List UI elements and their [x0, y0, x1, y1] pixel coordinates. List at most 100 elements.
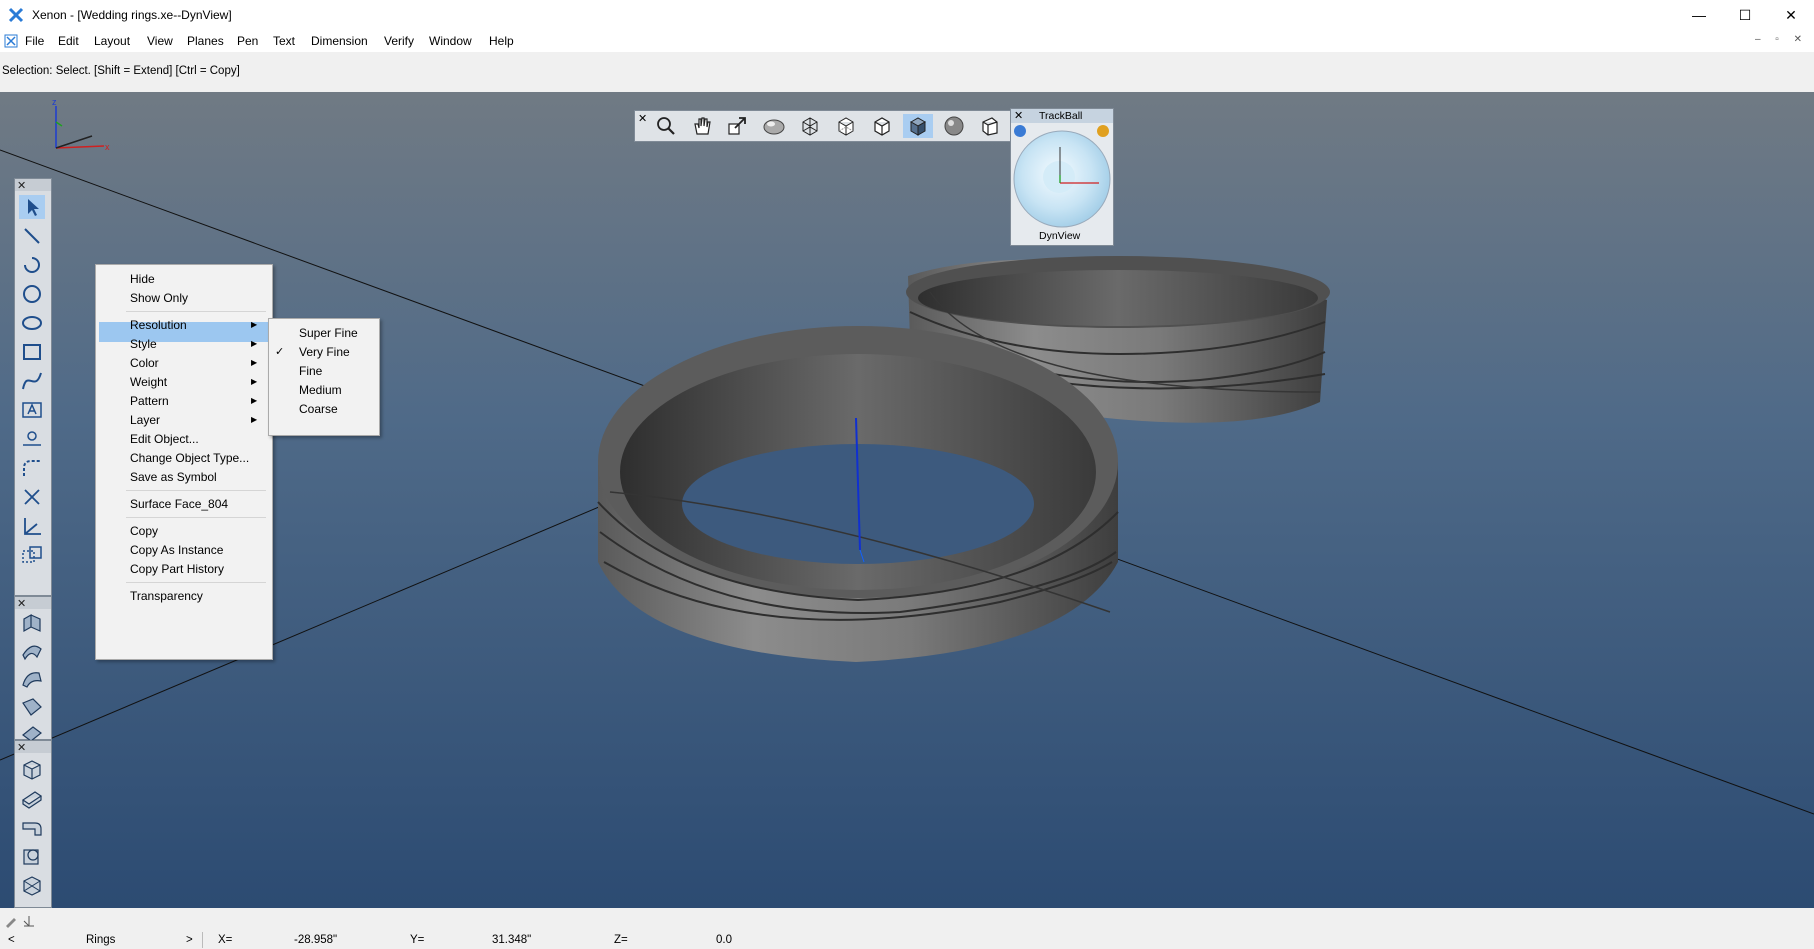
- ctx-edit-object[interactable]: Edit Object...: [130, 432, 199, 446]
- circle-icon[interactable]: [19, 282, 45, 306]
- left-arrow-icon[interactable]: <: [8, 934, 15, 946]
- zoom-extents-icon[interactable]: [723, 114, 753, 138]
- dimension-icon[interactable]: [19, 427, 45, 451]
- drawing-toolbar-close[interactable]: ✕: [17, 179, 26, 192]
- ctx-surface-face[interactable]: Surface Face_804: [130, 497, 228, 511]
- bend-solid-icon[interactable]: [19, 815, 45, 839]
- surfaces-toolbar-close[interactable]: ✕: [17, 597, 26, 610]
- layer-next-arrow[interactable]: >: [186, 934, 193, 946]
- trackball-reset-icon[interactable]: [1014, 125, 1026, 137]
- sub-coarse[interactable]: Coarse: [299, 402, 338, 416]
- x-value: -28.958": [294, 934, 338, 946]
- trackball-control[interactable]: [1011, 123, 1113, 231]
- sub-super-fine[interactable]: Super Fine: [299, 326, 358, 340]
- sub-medium[interactable]: Medium: [299, 383, 342, 397]
- ctx-copy-part-history[interactable]: Copy Part History: [130, 562, 224, 576]
- status-text: Selection: Select. [Shift = Extend] [Ctr…: [2, 65, 240, 77]
- menu-view[interactable]: View: [147, 34, 173, 48]
- pencil-icon[interactable]: [4, 914, 18, 928]
- render-sphere-icon[interactable]: [759, 114, 789, 138]
- ctx-color[interactable]: Color: [130, 356, 159, 370]
- view-toolbar-close[interactable]: ✕: [638, 112, 647, 125]
- y-label: Y=: [410, 934, 425, 946]
- close-button[interactable]: ✕: [1768, 0, 1814, 30]
- hidden-line-cube-icon[interactable]: [831, 114, 861, 138]
- ctx-copy[interactable]: Copy: [130, 524, 158, 538]
- menu-window[interactable]: Window: [429, 34, 472, 48]
- ctx-copy-as-instance[interactable]: Copy As Instance: [130, 543, 223, 557]
- solids-toolbar-close[interactable]: ✕: [17, 741, 26, 754]
- menu-file[interactable]: File: [25, 34, 44, 48]
- menu-planes[interactable]: Planes: [187, 34, 224, 48]
- ctx-style[interactable]: Style: [130, 337, 157, 351]
- mdi-window-buttons[interactable]: – ▫ ✕: [1755, 34, 1808, 45]
- pan-hand-icon[interactable]: [687, 114, 717, 138]
- status-line: Selection: Select. [Shift = Extend] [Ctr…: [0, 52, 1814, 92]
- view-toolbar: ✕: [634, 110, 1012, 142]
- minimize-button[interactable]: —: [1676, 0, 1722, 30]
- menu-dimension[interactable]: Dimension: [311, 34, 368, 48]
- drawing-toolbar: ✕: [14, 178, 52, 596]
- ctx-resolution[interactable]: Resolution: [130, 318, 187, 332]
- box-solid-icon[interactable]: [19, 757, 45, 781]
- ctx-save-as-symbol[interactable]: Save as Symbol: [130, 470, 217, 484]
- extrude-surface-icon[interactable]: [19, 611, 45, 635]
- slab-solid-icon[interactable]: [19, 786, 45, 810]
- chevron-right-icon: ▶: [251, 320, 258, 329]
- ctx-layer[interactable]: Layer: [130, 413, 160, 427]
- maximize-button[interactable]: ☐: [1722, 0, 1768, 30]
- outline-cube-icon[interactable]: [867, 114, 897, 138]
- select-arrow-icon[interactable]: [19, 195, 45, 219]
- z-label: Z=: [614, 934, 628, 946]
- box-view-icon[interactable]: [975, 114, 1005, 138]
- checkmark-icon: ✓: [275, 346, 285, 358]
- menu-verify[interactable]: Verify: [384, 34, 414, 48]
- trim-icon[interactable]: [19, 485, 45, 509]
- menu-edit[interactable]: Edit: [58, 34, 79, 48]
- layer-name[interactable]: Rings: [86, 934, 115, 946]
- chevron-right-icon: ▶: [251, 339, 258, 348]
- line-icon[interactable]: [19, 224, 45, 248]
- wireframe-cube-icon[interactable]: [795, 114, 825, 138]
- boolean-solid-icon[interactable]: [19, 873, 45, 897]
- shaded-cube-icon[interactable]: [903, 114, 933, 138]
- ctx-hide[interactable]: Hide: [130, 272, 155, 286]
- ctx-pattern[interactable]: Pattern: [130, 394, 169, 408]
- ctx-change-object-type[interactable]: Change Object Type...: [130, 451, 249, 465]
- menu-pen[interactable]: Pen: [237, 34, 258, 48]
- ctx-transparency[interactable]: Transparency: [130, 589, 203, 603]
- menu-bar: File Edit Layout View Planes Pen Text Di…: [0, 30, 1814, 52]
- rectangle-icon[interactable]: [19, 340, 45, 364]
- zoom-icon[interactable]: [651, 114, 681, 138]
- trackball-close[interactable]: ✕: [1014, 109, 1023, 122]
- trackball-title: TrackBall: [1039, 110, 1083, 122]
- menu-text[interactable]: Text: [273, 34, 295, 48]
- trackball-light-icon[interactable]: [1097, 125, 1109, 137]
- shaded-sphere-icon[interactable]: [939, 114, 969, 138]
- revolve-surface-icon[interactable]: [19, 639, 45, 663]
- axis-triad: z x: [52, 97, 110, 152]
- sweep-surface-icon[interactable]: [19, 667, 45, 691]
- window-title: Xenon - [Wedding rings.xe--DynView]: [32, 8, 232, 22]
- axis-mini-icon[interactable]: [22, 914, 36, 928]
- transform-icon[interactable]: [19, 543, 45, 567]
- spline-icon[interactable]: [19, 369, 45, 393]
- chevron-right-icon: ▶: [251, 415, 258, 424]
- axes-icon[interactable]: [19, 514, 45, 538]
- context-menu: Hide Show Only Resolution ▶ Style ▶ Colo…: [95, 264, 273, 660]
- xenon-app-icon: [8, 7, 24, 23]
- ellipse-icon[interactable]: [19, 311, 45, 335]
- shell-solid-icon[interactable]: [19, 844, 45, 868]
- menu-help[interactable]: Help: [489, 34, 514, 48]
- ctx-weight[interactable]: Weight: [130, 375, 167, 389]
- loft-surface-icon[interactable]: [19, 695, 45, 719]
- fillet-icon[interactable]: [19, 456, 45, 480]
- sub-very-fine[interactable]: Very Fine: [299, 345, 350, 359]
- ctx-show-only[interactable]: Show Only: [130, 291, 188, 305]
- sub-fine[interactable]: Fine: [299, 364, 322, 378]
- text-box-icon[interactable]: [19, 398, 45, 422]
- menu-layout[interactable]: Layout: [94, 34, 130, 48]
- trackball-label: DynView: [1039, 230, 1081, 242]
- arc-icon[interactable]: [19, 253, 45, 277]
- axis-z-label: z: [52, 97, 57, 107]
